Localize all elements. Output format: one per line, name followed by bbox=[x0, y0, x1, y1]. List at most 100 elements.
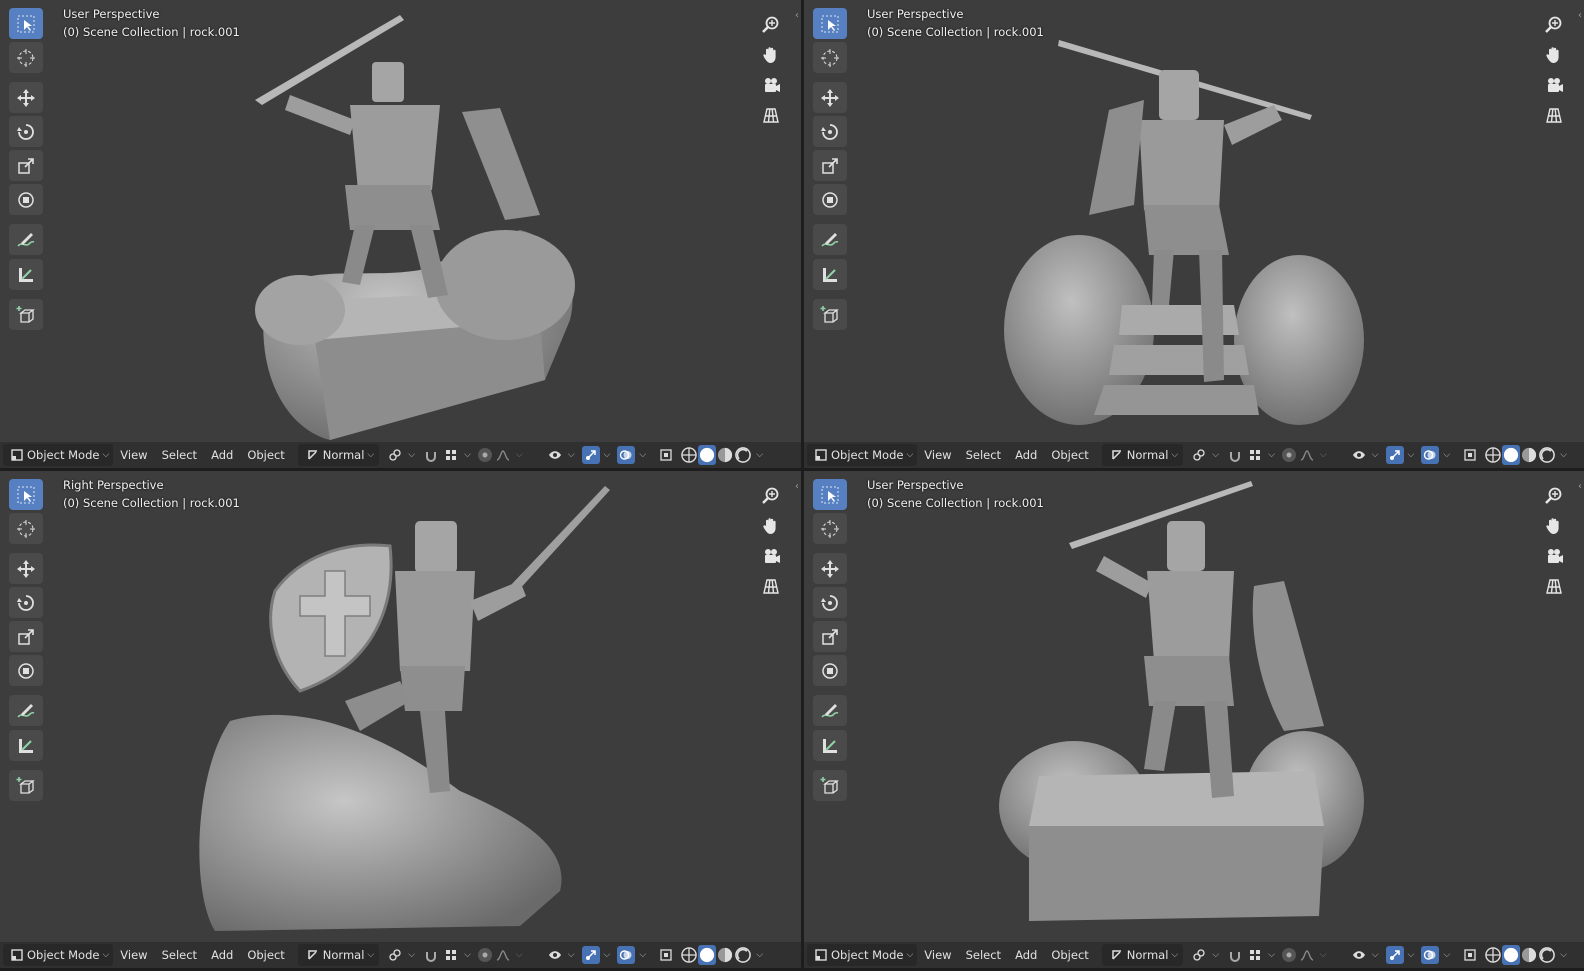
transform-orientation-selector[interactable]: Normal ⌵ bbox=[297, 944, 380, 966]
overlays-toggle-icon[interactable] bbox=[617, 446, 636, 464]
scale-tool-button[interactable] bbox=[9, 150, 43, 181]
menu-select[interactable]: Select bbox=[959, 444, 1008, 466]
measure-tool-button[interactable] bbox=[813, 259, 847, 290]
xray-toggle-icon[interactable] bbox=[657, 946, 675, 964]
overlays-toggle-icon[interactable] bbox=[1421, 446, 1440, 464]
sidebar-toggle-icon[interactable]: ‹ bbox=[1578, 481, 1582, 492]
viewport-top-right[interactable]: User Perspective (0) Scene Collection | … bbox=[804, 0, 1584, 468]
select-box-tool-button[interactable] bbox=[813, 8, 847, 39]
solid-shading-icon[interactable] bbox=[698, 945, 717, 965]
mode-selector[interactable]: Object Mode ⌵ bbox=[807, 444, 918, 466]
pan-hand-button[interactable] bbox=[757, 42, 785, 68]
transform-tool-button[interactable] bbox=[813, 655, 847, 686]
zoom-button[interactable] bbox=[757, 12, 785, 38]
zoom-button[interactable] bbox=[1540, 12, 1568, 38]
sidebar-toggle-icon[interactable]: ‹ bbox=[1578, 10, 1582, 21]
menu-view[interactable]: View bbox=[113, 444, 154, 466]
menu-object[interactable]: Object bbox=[240, 444, 291, 466]
transform-orientation-selector[interactable]: Normal ⌵ bbox=[1101, 944, 1184, 966]
scale-tool-button[interactable] bbox=[813, 621, 847, 652]
perspective-grid-button[interactable] bbox=[1540, 102, 1568, 128]
wireframe-shading-icon[interactable] bbox=[680, 445, 698, 465]
menu-view[interactable]: View bbox=[917, 444, 958, 466]
snap-increment-icon[interactable] bbox=[1246, 946, 1264, 964]
rotate-tool-button[interactable] bbox=[9, 116, 43, 147]
measure-tool-button[interactable] bbox=[813, 730, 847, 761]
select-box-tool-button[interactable] bbox=[9, 8, 43, 39]
transform-orientation-selector[interactable]: Normal ⌵ bbox=[297, 444, 380, 466]
falloff-icon[interactable] bbox=[1298, 946, 1316, 964]
transform-orientation-selector[interactable]: Normal ⌵ bbox=[1101, 444, 1184, 466]
move-tool-button[interactable] bbox=[9, 553, 43, 584]
sidebar-toggle-icon[interactable]: ‹ bbox=[795, 10, 799, 21]
snap-toggle-icon[interactable] bbox=[1226, 446, 1244, 464]
wireframe-shading-icon[interactable] bbox=[1484, 445, 1502, 465]
move-tool-button[interactable] bbox=[9, 82, 43, 113]
pan-hand-button[interactable] bbox=[757, 513, 785, 539]
menu-object[interactable]: Object bbox=[1044, 444, 1095, 466]
measure-tool-button[interactable] bbox=[9, 730, 43, 761]
zoom-button[interactable] bbox=[1540, 483, 1568, 509]
visibility-eye-icon[interactable] bbox=[1350, 446, 1368, 464]
material-shading-icon[interactable] bbox=[716, 945, 734, 965]
cursor-tool-button[interactable] bbox=[813, 42, 847, 73]
visibility-eye-icon[interactable] bbox=[1350, 946, 1368, 964]
snap-increment-icon[interactable] bbox=[1246, 446, 1264, 464]
solid-shading-icon[interactable] bbox=[1502, 945, 1521, 965]
mode-selector[interactable]: Object Mode ⌵ bbox=[807, 944, 918, 966]
move-tool-button[interactable] bbox=[813, 553, 847, 584]
scale-tool-button[interactable] bbox=[9, 621, 43, 652]
snap-toggle-icon[interactable] bbox=[422, 446, 440, 464]
camera-button[interactable] bbox=[1540, 543, 1568, 569]
rendered-shading-icon[interactable] bbox=[734, 445, 752, 465]
cursor-tool-button[interactable] bbox=[9, 513, 43, 544]
rotate-tool-button[interactable] bbox=[813, 587, 847, 618]
overlays-toggle-icon[interactable] bbox=[617, 946, 636, 964]
sidebar-toggle-icon[interactable]: ‹ bbox=[795, 481, 799, 492]
pivot-point-icon[interactable] bbox=[386, 446, 404, 464]
proportional-editing-icon[interactable] bbox=[1281, 948, 1296, 962]
visibility-eye-icon[interactable] bbox=[546, 946, 564, 964]
falloff-icon[interactable] bbox=[494, 946, 512, 964]
proportional-editing-icon[interactable] bbox=[477, 448, 492, 462]
viewport-bottom-right[interactable]: User Perspective (0) Scene Collection | … bbox=[804, 471, 1584, 968]
add-cube-tool-button[interactable] bbox=[813, 299, 847, 330]
overlays-toggle-icon[interactable] bbox=[1421, 946, 1440, 964]
annotate-tool-button[interactable] bbox=[813, 695, 847, 726]
snap-toggle-icon[interactable] bbox=[1226, 946, 1244, 964]
gizmo-toggle-icon[interactable] bbox=[581, 446, 600, 464]
solid-shading-icon[interactable] bbox=[1502, 445, 1521, 465]
transform-tool-button[interactable] bbox=[9, 655, 43, 686]
menu-view[interactable]: View bbox=[917, 944, 958, 966]
menu-select[interactable]: Select bbox=[155, 944, 204, 966]
add-cube-tool-button[interactable] bbox=[9, 299, 43, 330]
xray-toggle-icon[interactable] bbox=[657, 446, 675, 464]
menu-add[interactable]: Add bbox=[1008, 444, 1044, 466]
rotate-tool-button[interactable] bbox=[813, 116, 847, 147]
mode-selector[interactable]: Object Mode ⌵ bbox=[3, 444, 114, 466]
material-shading-icon[interactable] bbox=[1520, 445, 1538, 465]
material-shading-icon[interactable] bbox=[716, 445, 734, 465]
pivot-point-icon[interactable] bbox=[386, 946, 404, 964]
camera-button[interactable] bbox=[757, 72, 785, 98]
select-box-tool-button[interactable] bbox=[9, 479, 43, 510]
perspective-grid-button[interactable] bbox=[757, 573, 785, 599]
viewport-top-left[interactable]: User Perspective (0) Scene Collection | … bbox=[0, 0, 801, 468]
cursor-tool-button[interactable] bbox=[813, 513, 847, 544]
menu-object[interactable]: Object bbox=[240, 944, 291, 966]
rotate-tool-button[interactable] bbox=[9, 587, 43, 618]
pivot-point-icon[interactable] bbox=[1190, 446, 1208, 464]
gizmo-toggle-icon[interactable] bbox=[581, 946, 600, 964]
annotate-tool-button[interactable] bbox=[9, 224, 43, 255]
snap-increment-icon[interactable] bbox=[442, 446, 460, 464]
pan-hand-button[interactable] bbox=[1540, 513, 1568, 539]
menu-add[interactable]: Add bbox=[204, 444, 240, 466]
menu-object[interactable]: Object bbox=[1044, 944, 1095, 966]
mode-selector[interactable]: Object Mode ⌵ bbox=[3, 944, 114, 966]
snap-toggle-icon[interactable] bbox=[422, 946, 440, 964]
rendered-shading-icon[interactable] bbox=[1538, 945, 1556, 965]
zoom-button[interactable] bbox=[757, 483, 785, 509]
camera-button[interactable] bbox=[1540, 72, 1568, 98]
menu-select[interactable]: Select bbox=[155, 444, 204, 466]
menu-select[interactable]: Select bbox=[959, 944, 1008, 966]
